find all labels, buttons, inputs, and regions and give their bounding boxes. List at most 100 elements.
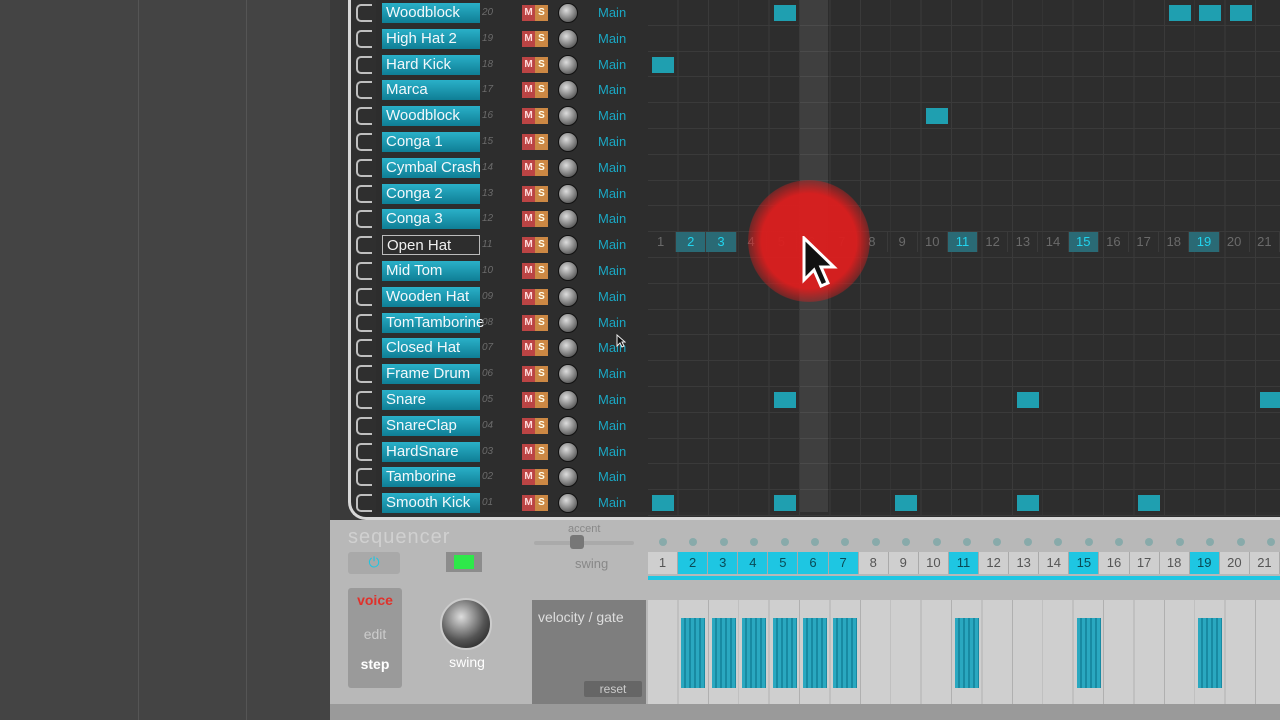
track-step-grid[interactable] bbox=[648, 77, 1280, 104]
mute-button[interactable]: M bbox=[522, 159, 535, 176]
output-label[interactable]: Main bbox=[598, 261, 638, 281]
track-name[interactable]: Woodblock bbox=[382, 2, 480, 23]
open-hat-step[interactable]: 20 bbox=[1220, 232, 1250, 252]
track-step-grid[interactable] bbox=[648, 490, 1280, 516]
mute-button[interactable]: M bbox=[522, 391, 535, 408]
accent-dot[interactable] bbox=[1236, 538, 1245, 546]
accent-dot[interactable] bbox=[902, 538, 911, 546]
velocity-bar[interactable] bbox=[1076, 618, 1101, 688]
track-step-grid[interactable] bbox=[648, 51, 1280, 78]
open-hat-step[interactable]: 18 bbox=[1159, 232, 1190, 252]
solo-button[interactable]: S bbox=[535, 366, 548, 383]
solo-button[interactable]: S bbox=[535, 391, 548, 408]
mute-button[interactable]: M bbox=[522, 108, 535, 125]
level-knob[interactable] bbox=[558, 183, 578, 204]
track-name[interactable]: Conga 3 bbox=[382, 209, 480, 230]
step-cell-on[interactable] bbox=[1016, 392, 1039, 408]
track-step-grid[interactable] bbox=[648, 180, 1280, 207]
accent-dot[interactable] bbox=[811, 538, 819, 546]
mode-voice-button[interactable]: voice bbox=[352, 592, 398, 608]
track-name[interactable]: Closed Hat bbox=[382, 338, 480, 359]
row-handle[interactable] bbox=[356, 210, 372, 229]
sequencer-step[interactable]: 18 bbox=[1160, 552, 1190, 574]
output-label[interactable]: Main bbox=[598, 29, 638, 49]
accent-slider-thumb[interactable] bbox=[570, 535, 584, 549]
accent-dot[interactable] bbox=[1115, 538, 1123, 546]
velocity-bar[interactable] bbox=[711, 618, 736, 688]
level-knob[interactable] bbox=[558, 493, 578, 514]
level-knob[interactable] bbox=[558, 389, 578, 410]
mute-button[interactable]: M bbox=[522, 4, 535, 21]
row-handle[interactable] bbox=[356, 390, 372, 409]
track-name[interactable]: Woodblock bbox=[382, 106, 480, 127]
open-hat-step[interactable]: 1 bbox=[646, 232, 677, 252]
level-knob[interactable] bbox=[558, 312, 578, 333]
power-icon[interactable]: ⏻ bbox=[348, 552, 400, 574]
track-step-grid[interactable] bbox=[648, 25, 1280, 52]
velocity-bar[interactable] bbox=[803, 618, 827, 688]
sequencer-step[interactable]: 19 bbox=[1189, 552, 1220, 574]
sequencer-step[interactable]: 11 bbox=[948, 552, 980, 574]
track-step-grid[interactable] bbox=[648, 103, 1280, 129]
step-cell-on[interactable] bbox=[1168, 5, 1191, 21]
level-knob[interactable] bbox=[558, 157, 578, 178]
sequencer-step[interactable]: 7 bbox=[828, 552, 859, 574]
track-name[interactable]: Cymbal Crash bbox=[382, 157, 481, 178]
swing-knob[interactable] bbox=[440, 598, 492, 650]
sequencer-step[interactable]: 8 bbox=[859, 552, 889, 574]
solo-button[interactable]: S bbox=[535, 417, 548, 434]
step-cell-on[interactable] bbox=[895, 495, 918, 512]
solo-button[interactable]: S bbox=[535, 30, 548, 47]
solo-button[interactable]: S bbox=[535, 443, 548, 460]
step-cell-on[interactable] bbox=[925, 108, 948, 125]
solo-button[interactable]: S bbox=[535, 4, 548, 21]
accent-dot[interactable] bbox=[932, 538, 941, 546]
accent-dot[interactable] bbox=[780, 538, 789, 546]
sequencer-step[interactable]: 12 bbox=[979, 552, 1010, 574]
open-hat-step[interactable]: 17 bbox=[1129, 232, 1160, 252]
row-handle[interactable] bbox=[356, 132, 372, 151]
row-handle[interactable] bbox=[356, 468, 372, 487]
accent-dot[interactable] bbox=[1084, 538, 1093, 546]
accent-dot[interactable] bbox=[871, 538, 880, 546]
row-handle[interactable] bbox=[356, 29, 372, 48]
output-label[interactable]: Main bbox=[598, 364, 638, 384]
sequencer-step[interactable]: 6 bbox=[798, 552, 829, 574]
velocity-bar[interactable] bbox=[1198, 618, 1223, 688]
track-name[interactable]: High Hat 2 bbox=[382, 28, 480, 49]
open-hat-step[interactable]: 3 bbox=[706, 232, 737, 252]
row-handle[interactable] bbox=[356, 158, 372, 177]
level-knob[interactable] bbox=[558, 54, 578, 75]
sequencer-step[interactable]: 17 bbox=[1130, 552, 1160, 574]
output-label[interactable]: Main bbox=[598, 442, 638, 462]
accent-slider[interactable] bbox=[534, 541, 634, 545]
track-name[interactable]: Conga 2 bbox=[382, 183, 480, 204]
track-name[interactable]: Wooden Hat bbox=[382, 286, 480, 307]
accent-dot[interactable] bbox=[1054, 538, 1063, 546]
output-label[interactable]: Main bbox=[598, 390, 638, 410]
level-knob[interactable] bbox=[558, 131, 578, 152]
step-cell-on[interactable] bbox=[1229, 5, 1252, 21]
row-handle[interactable] bbox=[356, 442, 372, 461]
mute-button[interactable]: M bbox=[522, 185, 535, 202]
track-name[interactable]: Smooth Kick bbox=[382, 493, 480, 514]
output-label[interactable]: Main bbox=[598, 416, 638, 436]
open-hat-step[interactable]: 13 bbox=[1008, 232, 1039, 252]
mute-button[interactable]: M bbox=[522, 133, 535, 150]
track-name[interactable]: SnareClap bbox=[382, 415, 480, 436]
output-label[interactable]: Main bbox=[598, 132, 638, 152]
track-name[interactable]: Conga 1 bbox=[382, 131, 480, 152]
open-hat-step[interactable]: 21 bbox=[1250, 232, 1280, 252]
output-label[interactable]: Main bbox=[598, 287, 638, 307]
solo-button[interactable]: S bbox=[535, 56, 548, 73]
solo-button[interactable]: S bbox=[535, 495, 548, 512]
output-label[interactable]: Main bbox=[598, 55, 638, 75]
level-knob[interactable] bbox=[558, 28, 578, 49]
velocity-bar[interactable] bbox=[681, 618, 706, 688]
sequencer-step[interactable]: 3 bbox=[708, 552, 739, 574]
sequencer-step[interactable]: 5 bbox=[768, 552, 799, 574]
accent-dot[interactable] bbox=[1145, 538, 1154, 546]
row-handle[interactable] bbox=[356, 313, 372, 332]
mute-button[interactable]: M bbox=[522, 82, 535, 99]
mute-button[interactable]: M bbox=[522, 495, 535, 512]
